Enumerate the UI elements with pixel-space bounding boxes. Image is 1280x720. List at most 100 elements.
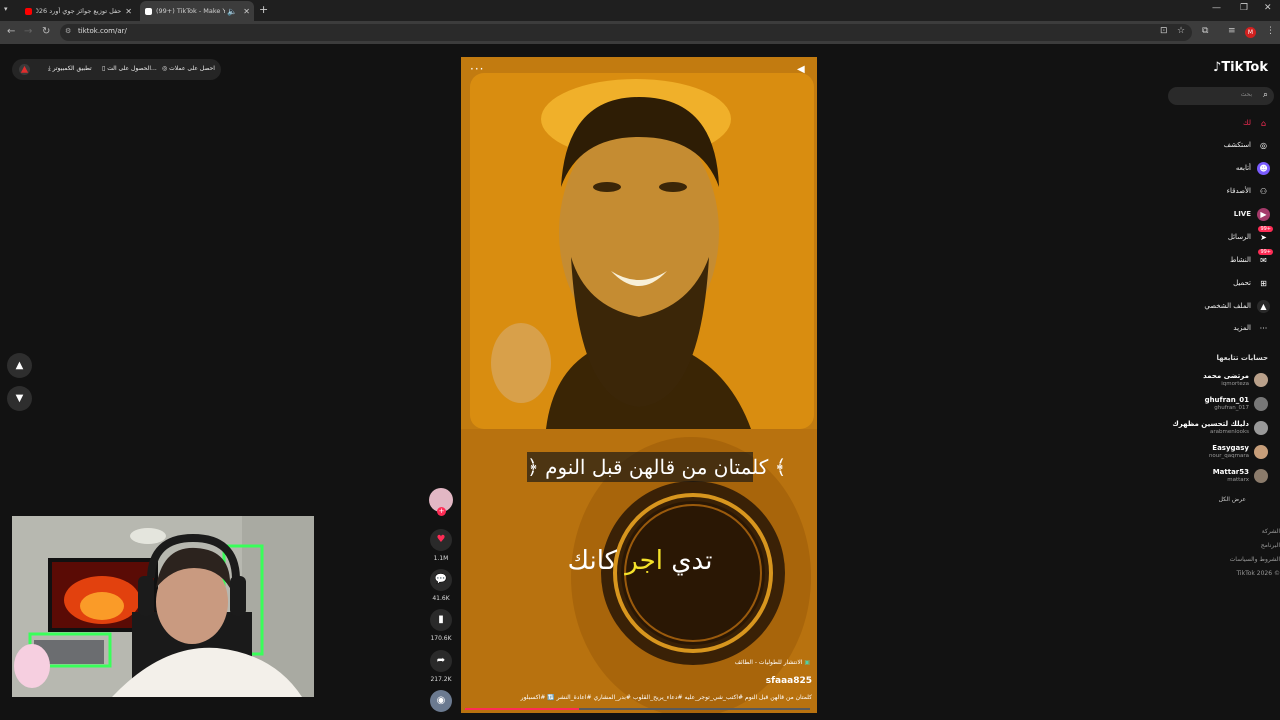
follow-plus-icon[interactable]: + [437, 507, 446, 516]
previous-video-button[interactable]: ▲ [7, 353, 32, 378]
search-input[interactable]: بحث ⌕ [1168, 87, 1274, 105]
bookmark-star-icon[interactable]: ☆ [1177, 26, 1185, 36]
share-count: 217.2K [430, 676, 452, 683]
reload-icon[interactable]: ↻ [42, 26, 50, 37]
avatar [1254, 469, 1268, 483]
sidebar-item-label: أتابعه [1235, 164, 1251, 172]
avatar [1254, 445, 1268, 459]
site-info-icon[interactable]: ⚙ [65, 27, 71, 35]
share-button[interactable]: ➦ 217.2K [426, 650, 456, 683]
messages-icon: ➤ 99+ [1258, 225, 1273, 242]
forward-icon[interactable]: → [24, 26, 32, 37]
top-actions-bar: ⤓ تطبيق الكمبيوتر ▯ الحصول على الت... ◎ … [12, 59, 221, 80]
volume-icon[interactable]: ◀ [797, 64, 805, 75]
get-coins-link[interactable]: ◎ احصل على عملات [162, 65, 215, 72]
install-app-icon[interactable]: ⊡ [1160, 26, 1168, 36]
search-placeholder: بحث [1240, 91, 1252, 98]
upload-icon: ⊞ [1260, 278, 1267, 288]
following-account[interactable]: ghufran_01 ghufran_017 [1158, 394, 1268, 414]
following-account[interactable]: Mattar53 mattarx [1158, 466, 1268, 486]
get-app-link[interactable]: ▯ الحصول على الت... [102, 65, 157, 72]
media-control-icon[interactable]: ≡ [1228, 26, 1236, 36]
sidebar-item-activity[interactable]: ✉ 99+ النشاط [1230, 248, 1273, 269]
following-account[interactable]: مرتضى محمد iqmorteza [1158, 370, 1268, 390]
music-disc-button[interactable]: ◉ [426, 690, 456, 712]
sidebar-item-profile[interactable]: ▲ الملف الشخصي [1204, 297, 1270, 315]
close-window-icon[interactable]: ✕ [1264, 3, 1272, 13]
compass-icon: ◎ [1260, 140, 1267, 150]
like-button[interactable]: ♥ 1.1M [426, 529, 456, 562]
tiktok-logo[interactable]: ♪TikTok [1213, 60, 1268, 75]
avatar [1254, 373, 1268, 387]
following-icon: ☻ [1257, 161, 1270, 175]
sidebar-item-label: الرسائل [1227, 233, 1251, 241]
maximize-icon[interactable]: ❐ [1240, 3, 1248, 13]
pin-icon: ▣ [802, 659, 810, 666]
account-name: ghufran_01 [1204, 396, 1249, 404]
share-icon: ➦ [430, 650, 452, 672]
sidebar-item-following[interactable]: ☻ أتابعه [1236, 159, 1270, 177]
footer-company-link[interactable]: الشركة [1262, 528, 1280, 535]
profile-avatar[interactable]: M [1245, 27, 1256, 38]
location-tag[interactable]: ▣ الانتشار للطوليات - الطائف [735, 659, 810, 666]
video-frame [461, 57, 817, 713]
warning-icon[interactable] [19, 64, 30, 75]
url-text: tiktok.com/ar/ [78, 27, 127, 35]
see-all-link[interactable]: عرض الكل [1219, 496, 1246, 503]
following-account[interactable]: Easygasy nour_qaqmara [1158, 442, 1268, 462]
tab-title: حفل توزيع جوائز جوي أورد 2026 [36, 7, 122, 15]
activity-icon: ✉ 99+ [1258, 248, 1273, 265]
sidebar-item-compass[interactable]: ◎ استكشف [1224, 136, 1270, 154]
account-handle: iqmorteza [1221, 381, 1249, 387]
author-avatar-button[interactable]: + [426, 488, 456, 516]
browser-tab-youtube[interactable]: حفل توزيع جوائز جوي أورد 2026 ✕ [20, 1, 136, 21]
tab-list-icon[interactable]: ▾ [4, 5, 8, 13]
more-options-icon[interactable]: ··· [470, 62, 484, 76]
footer-terms-link[interactable]: الشروط والسياسات [1230, 556, 1280, 563]
like-count: 1.1M [433, 555, 449, 562]
video-progress-fill [465, 708, 579, 710]
url-input[interactable]: ⚙ tiktok.com/ar/ [60, 24, 1192, 41]
caption-highlight-word: اجر [625, 546, 663, 576]
account-name: مرتضى محمد [1203, 372, 1249, 380]
video-player[interactable]: ﴿ كلمتان من قالهن قبل النوم ﴾ تدي اجر كا… [461, 57, 817, 713]
save-count: 170.6K [430, 635, 452, 642]
minimize-icon[interactable]: — [1212, 3, 1221, 13]
sidebar-item-label: الملف الشخصي [1204, 302, 1251, 310]
notification-badge: 99+ [1258, 225, 1273, 232]
sidebar-item-label: LIVE [1233, 210, 1251, 218]
youtube-favicon-icon [25, 7, 32, 15]
sidebar-item-live[interactable]: ▶ LIVE [1234, 205, 1270, 223]
browser-tab-tiktok[interactable]: (99+) TikTok - Make Your Day 🔈 ✕ [140, 1, 254, 21]
sidebar-item-more[interactable]: ··· المزيد [1233, 319, 1270, 337]
video-progress-bar[interactable] [465, 708, 810, 710]
footer-program-link[interactable]: البرنامج [1261, 542, 1280, 549]
address-bar-row: ← → ↻ ⚙ tiktok.com/ar/ ⊡ ☆ ⧉ ≡ M ⋮ [0, 21, 1280, 44]
back-icon[interactable]: ← [7, 26, 15, 37]
save-button[interactable]: ▮ 170.6K [426, 609, 456, 642]
caption-word: تدي [671, 546, 713, 576]
new-tab-button[interactable]: + [259, 3, 268, 16]
following-title: حسابات تتابعها [1216, 354, 1268, 362]
profile-icon: ▲ [1257, 299, 1270, 313]
browser-menu-icon[interactable]: ⋮ [1266, 26, 1275, 36]
tiktok-favicon-icon [145, 7, 152, 15]
search-icon[interactable]: ⌕ [1263, 90, 1268, 100]
sidebar-item-home[interactable]: ⌂ لك [1243, 114, 1270, 132]
next-video-button[interactable]: ▼ [7, 386, 32, 411]
comment-button[interactable]: 💬 41.6K [426, 569, 456, 602]
avatar [1254, 397, 1268, 411]
footer-copyright: © 2026 TikTok [1236, 570, 1280, 577]
sidebar-item-messages[interactable]: ➤ 99+ الرسائل [1227, 225, 1273, 246]
desktop-app-link[interactable]: ⤓ تطبيق الكمبيوتر [48, 65, 92, 73]
home-icon: ⌂ [1260, 118, 1267, 128]
video-author[interactable]: sfaaa825 [766, 676, 812, 686]
sidebar-item-upload[interactable]: ⊞ تحميل [1233, 274, 1270, 292]
mute-tab-icon[interactable]: 🔈 [227, 7, 237, 16]
following-account[interactable]: دليلك لتحسين مظهرك arabmenlooks [1158, 418, 1268, 438]
sidebar-item-friends[interactable]: ⚇ الأصدقاء [1227, 182, 1270, 200]
account-handle: nour_qaqmara [1208, 453, 1249, 459]
close-tab-icon[interactable]: ✕ [243, 7, 250, 16]
extensions-icon[interactable]: ⧉ [1202, 26, 1208, 36]
close-tab-icon[interactable]: ✕ [125, 7, 132, 16]
